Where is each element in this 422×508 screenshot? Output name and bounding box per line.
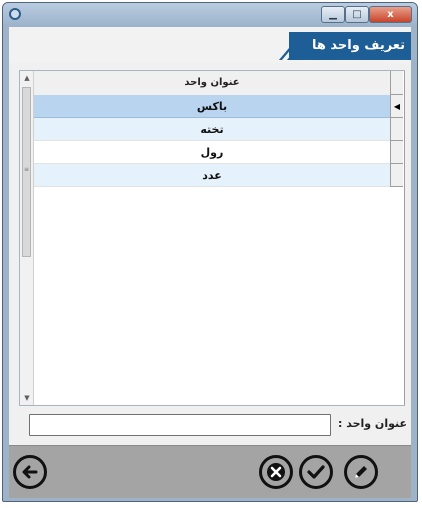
row-header-corner — [390, 71, 403, 95]
cancel-button[interactable] — [259, 455, 293, 489]
title-bar: ▁ □ x — [3, 3, 417, 27]
back-button[interactable] — [13, 455, 47, 489]
column-header-unit-title[interactable]: عنوان واحد — [34, 71, 390, 96]
unit-form: عنوان واحد : — [9, 407, 411, 443]
grid-edge — [404, 71, 405, 405]
close-button[interactable]: x — [369, 6, 412, 23]
maximize-button[interactable]: □ — [345, 6, 369, 23]
confirm-check-icon — [307, 465, 325, 479]
minimize-button[interactable]: ▁ — [321, 6, 345, 23]
edit-pencil-icon — [355, 466, 367, 478]
back-arrow-icon — [22, 465, 38, 479]
table-row[interactable]: رول — [34, 141, 390, 164]
scroll-down-icon[interactable]: ▼ — [20, 391, 34, 405]
units-window: ▁ □ x تعریف واحد ها ▲ ≡ ▼ عنوان واحد باک… — [2, 2, 418, 502]
row-header[interactable] — [390, 141, 403, 164]
table-row[interactable]: باکس — [34, 95, 390, 118]
confirm-button[interactable] — [299, 455, 333, 489]
action-toolbar — [9, 445, 411, 498]
page-title: تعریف واحد ها — [311, 38, 405, 53]
unit-title-input[interactable] — [29, 414, 331, 436]
table-row[interactable]: عدد — [34, 164, 390, 187]
row-header[interactable] — [390, 164, 403, 187]
row-indicator-icon[interactable]: ◀ — [390, 95, 403, 118]
table-row[interactable]: تخته — [34, 118, 390, 141]
grip-icon: ≡ — [24, 166, 30, 173]
scroll-up-icon[interactable]: ▲ — [20, 71, 34, 85]
cancel-x-icon — [267, 463, 285, 481]
client-area: تعریف واحد ها ▲ ≡ ▼ عنوان واحد باکس ◀ تخ… — [9, 27, 411, 498]
unit-title-label: عنوان واحد : — [337, 417, 407, 430]
edit-button[interactable] — [344, 455, 378, 489]
app-icon — [9, 8, 21, 20]
row-header[interactable] — [390, 118, 403, 141]
units-grid: ▲ ≡ ▼ عنوان واحد باکس ◀ تخته رول عدد — [19, 70, 405, 406]
page-header: تعریف واحد ها — [9, 27, 411, 63]
scroll-thumb[interactable]: ≡ — [22, 87, 31, 257]
vertical-scrollbar[interactable]: ▲ ≡ ▼ — [20, 71, 34, 405]
